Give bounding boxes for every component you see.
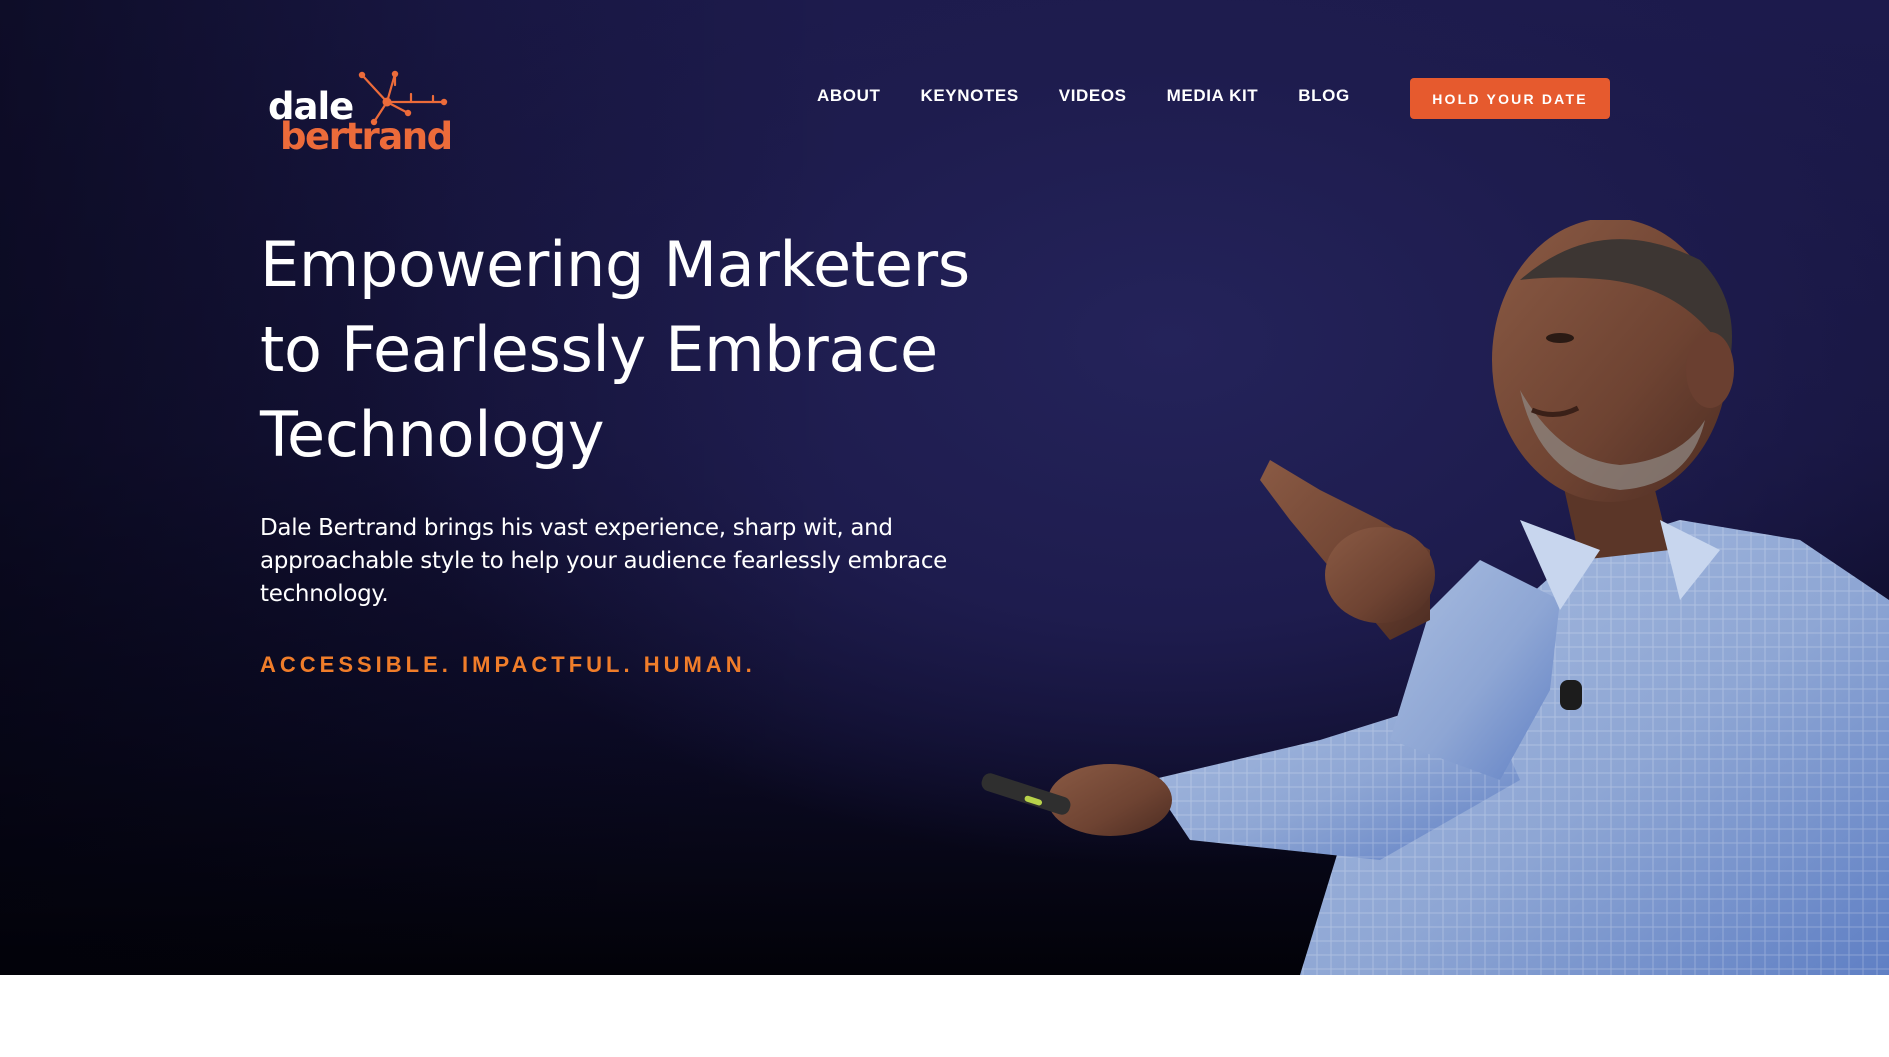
hero-headline: Empowering Marketers to Fearlessly Embra… [260,222,1080,477]
nav-item-media-kit[interactable]: MEDIA KIT [1167,86,1259,106]
site-logo[interactable]: dale bertrand [266,68,456,164]
page-below-hero [0,975,1889,1057]
nav-item-about[interactable]: ABOUT [817,86,880,106]
nav-item-blog[interactable]: BLOG [1298,86,1350,106]
hero-section: dale bertrand ABOUT KEYNOTES VIDEOS MEDI… [0,0,1889,975]
hero-description: Dale Bertrand brings his vast experience… [260,512,1000,611]
description-line-3: technology. [260,581,389,607]
headline-line-2: to Fearlessly Embrace [260,313,938,386]
speaker-photo [981,220,1889,975]
logo-word-bertrand: bertrand [280,115,453,158]
nav-item-videos[interactable]: VIDEOS [1059,86,1127,106]
hold-your-date-button[interactable]: HOLD YOUR DATE [1410,78,1610,119]
headline-line-3: Technology [260,398,605,471]
main-nav: ABOUT KEYNOTES VIDEOS MEDIA KIT BLOG [817,84,1350,108]
nav-item-keynotes[interactable]: KEYNOTES [920,86,1018,106]
headline-line-1: Empowering Marketers [260,228,970,301]
description-line-1: Dale Bertrand brings his vast experience… [260,515,893,541]
hero-tagline: ACCESSIBLE. IMPACTFUL. HUMAN. [260,652,756,677]
description-line-2: approachable style to help your audience… [260,548,948,574]
